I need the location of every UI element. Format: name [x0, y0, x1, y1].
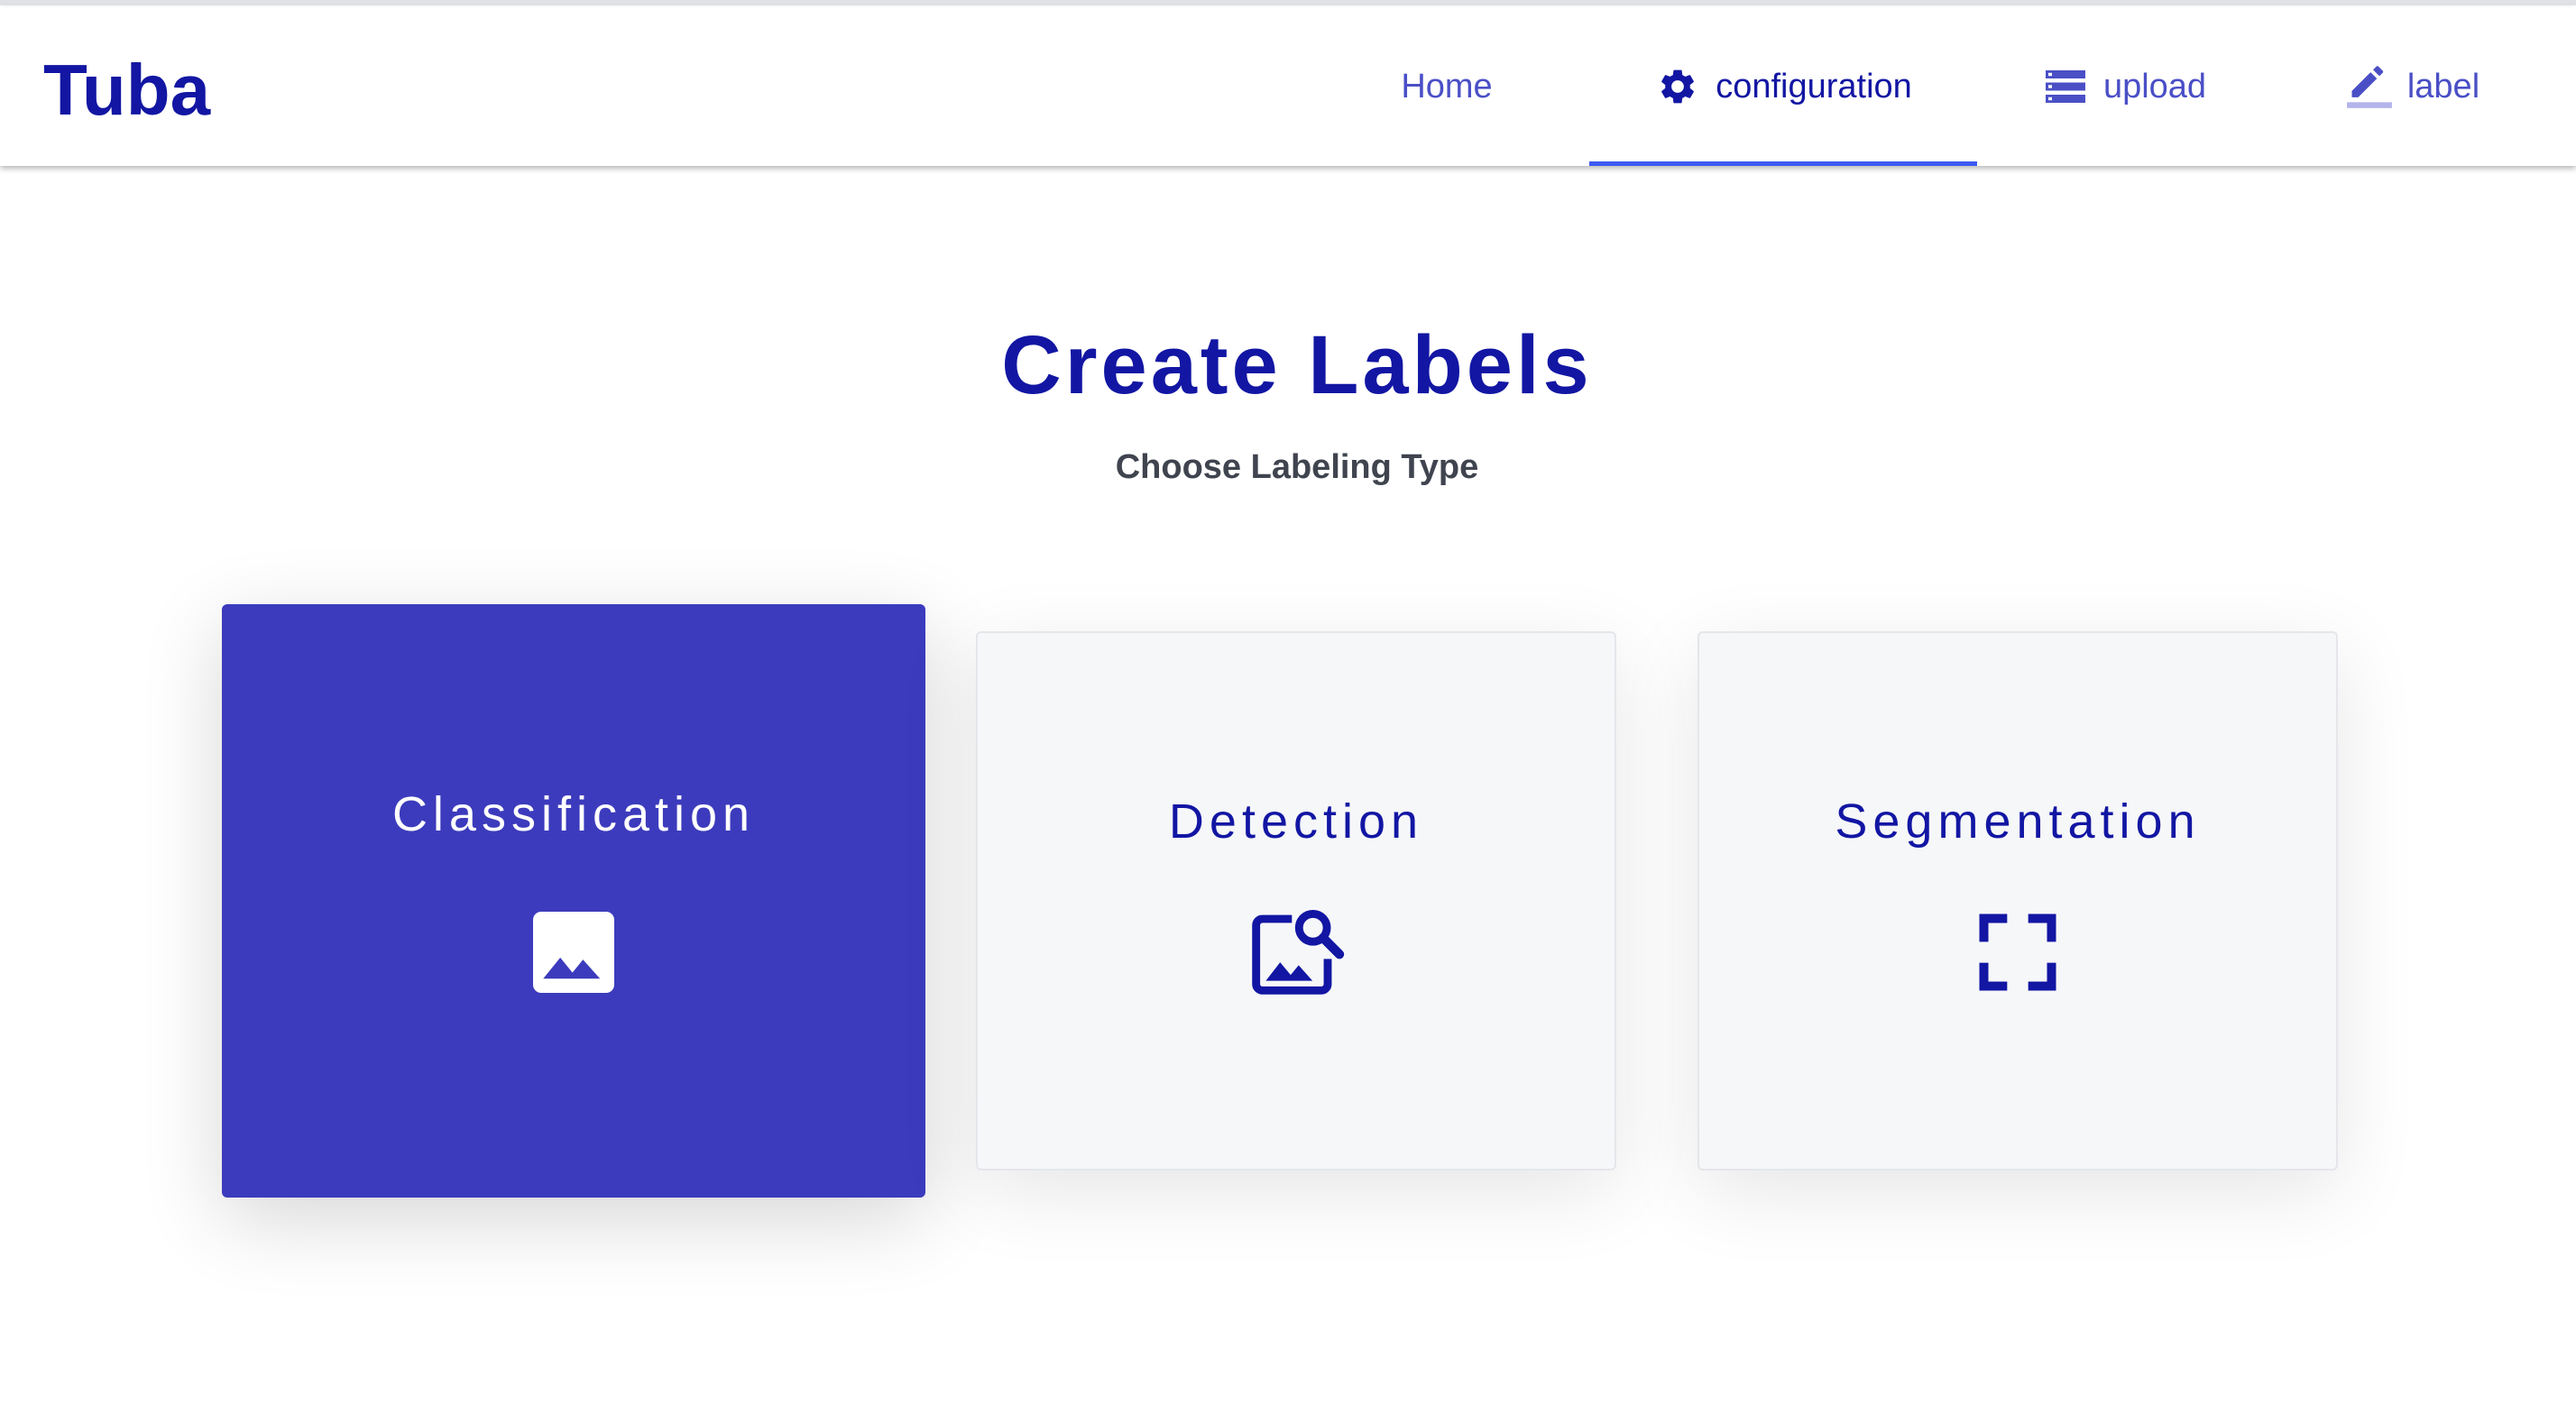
- nav-label[interactable]: label: [2314, 7, 2511, 166]
- classification-card-label: Classification: [391, 787, 756, 841]
- top-border: [0, 0, 2576, 5]
- image-search-icon: [1252, 909, 1345, 995]
- segmentation-card-label: Segmentation: [1835, 794, 2201, 849]
- gear-icon: [1654, 63, 1701, 110]
- detection-card-label: Detection: [1168, 794, 1424, 849]
- detection-card[interactable]: Detection: [976, 631, 1616, 1171]
- image-icon: [533, 912, 614, 993]
- nav-configuration[interactable]: configuration: [1589, 7, 1977, 166]
- brand-logo[interactable]: Tuba: [43, 47, 210, 133]
- nav-configuration-label: configuration: [1716, 67, 1912, 106]
- pencil-icon: [2346, 63, 2393, 110]
- page-subtitle: Choose Labeling Type: [1115, 448, 1479, 486]
- page-title: Create Labels: [1001, 319, 1593, 411]
- nav-upload-label: upload: [2102, 67, 2207, 106]
- top-navbar: Tuba Home configuration upload label: [0, 7, 2576, 166]
- nav-home-label: Home: [1401, 67, 1493, 106]
- nav-label-label: label: [2406, 67, 2480, 106]
- segmentation-card[interactable]: Segmentation: [1697, 631, 2338, 1171]
- nav-upload[interactable]: upload: [2010, 7, 2239, 166]
- crop-free-icon: [1979, 914, 2056, 991]
- storage-list-icon: [2042, 63, 2089, 110]
- nav-home[interactable]: Home: [1371, 7, 1523, 166]
- classification-card[interactable]: Classification: [222, 604, 925, 1198]
